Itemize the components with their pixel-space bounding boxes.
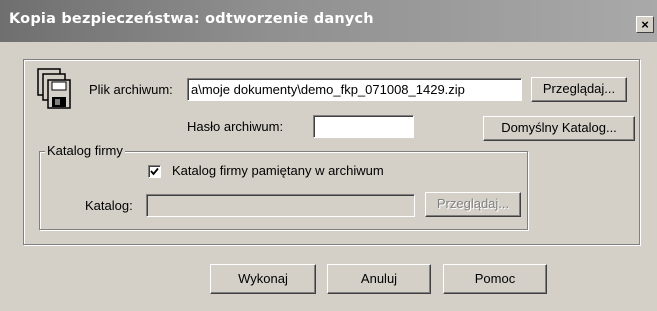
archive-file-label: Plik archiwum: (89, 82, 173, 97)
close-button[interactable]: × (636, 16, 654, 33)
archive-file-field[interactable]: a\moje dokumenty\demo_fkp_071008_1429.zi… (187, 78, 522, 101)
catalog-remembered-label[interactable]: Katalog firmy pamiętany w archiwum (172, 163, 384, 178)
default-catalog-button[interactable]: Domyślny Katalog... (483, 116, 635, 141)
disks-backup-icon (37, 68, 71, 109)
browse-archive-label: Przeglądaj... (542, 81, 616, 96)
title-bar: Kopia bezpieczeństwa: odtworzenie danych… (0, 0, 657, 42)
cancel-label: Anuluj (360, 271, 398, 286)
company-catalog-legend: Katalog firmy (45, 143, 125, 158)
default-catalog-label: Domyślny Katalog... (501, 120, 617, 135)
help-button[interactable]: Pomoc (443, 264, 547, 294)
execute-label: Wykonaj (238, 271, 288, 286)
catalog-label: Katalog: (85, 198, 133, 213)
catalog-field (146, 194, 415, 217)
close-icon: × (641, 17, 649, 32)
window-title: Kopia bezpieczeństwa: odtworzenie danych (9, 11, 374, 27)
browse-archive-button[interactable]: Przeglądaj... (531, 77, 627, 102)
browse-catalog-label: Przeglądaj... (436, 196, 510, 211)
execute-button[interactable]: Wykonaj (210, 264, 316, 294)
browse-catalog-button: Przeglądaj... (425, 192, 521, 217)
cancel-button[interactable]: Anuluj (327, 264, 431, 294)
help-label: Pomoc (474, 271, 516, 286)
checkmark-icon (150, 167, 159, 176)
archive-password-field[interactable] (313, 115, 414, 138)
catalog-remembered-checkbox[interactable] (148, 165, 161, 178)
archive-password-label: Hasło archiwum: (187, 119, 284, 134)
restore-dialog: Kopia bezpieczeństwa: odtworzenie danych… (0, 0, 657, 311)
